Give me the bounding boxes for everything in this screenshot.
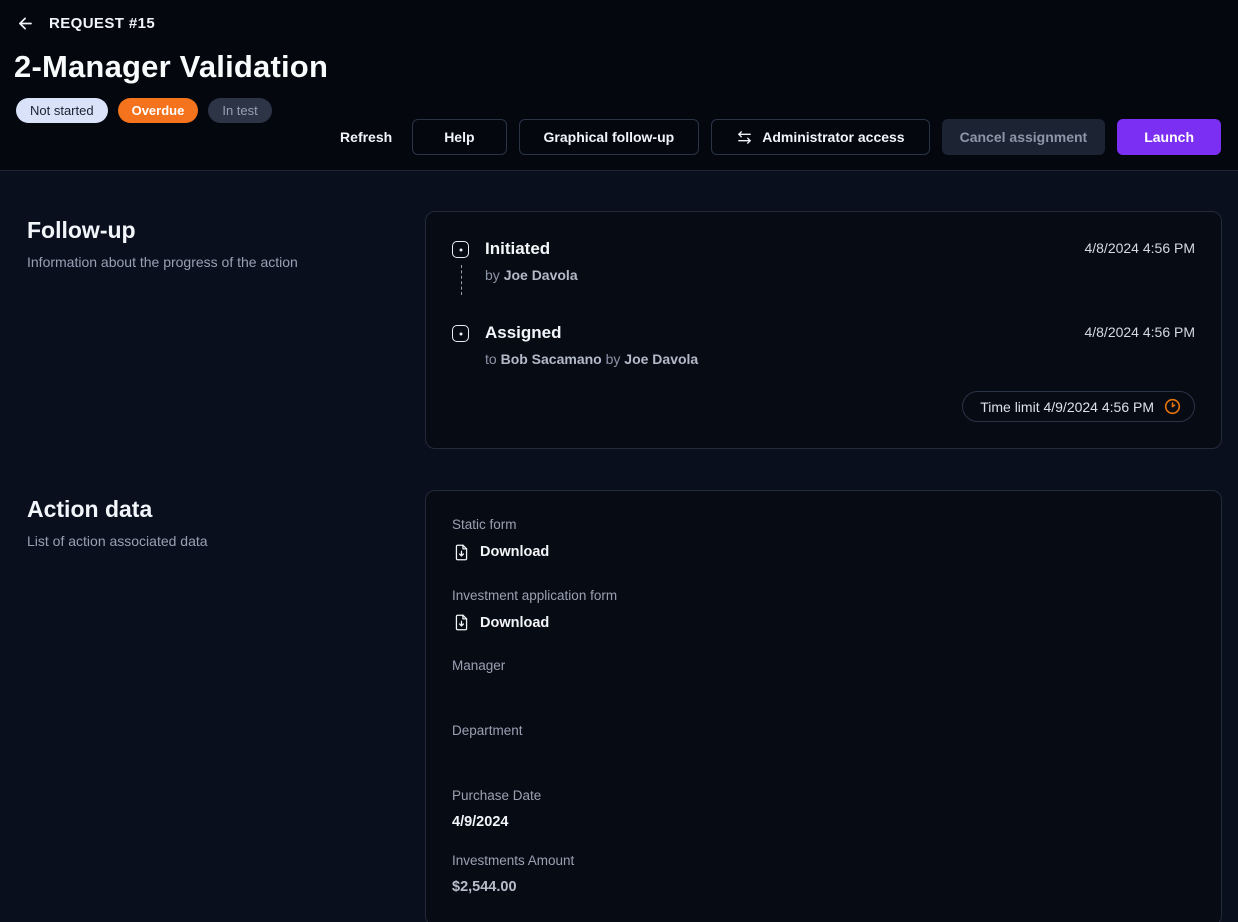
followup-card: Initiated by Joe Davola 4/8/2024 4:56 PM… <box>425 211 1222 449</box>
download-label: Download <box>480 613 549 633</box>
launch-button[interactable]: Launch <box>1117 119 1221 155</box>
administrator-access-label: Administrator access <box>762 129 904 145</box>
status-badge-not-started: Not started <box>16 98 108 123</box>
field-label: Department <box>452 723 1195 738</box>
administrator-access-button[interactable]: Administrator access <box>711 119 929 155</box>
followup-subtitle: Information about the progress of the ac… <box>27 254 385 270</box>
status-badge-in-test: In test <box>208 98 271 123</box>
action-data-section-intro: Action data List of action associated da… <box>27 490 425 549</box>
actor-name: Joe Davola <box>624 351 698 367</box>
file-download-icon <box>452 613 471 632</box>
app-header: REQUEST #15 2-Manager Validation Not sta… <box>0 0 1238 171</box>
event-timestamp: 4/8/2024 4:56 PM <box>1084 322 1195 367</box>
timeline-connector <box>461 265 462 295</box>
field-department: Department <box>452 723 1195 767</box>
field-value <box>452 748 1195 767</box>
field-value <box>452 683 1195 702</box>
download-link-investment-application-form[interactable]: Download <box>452 613 549 633</box>
download-label: Download <box>480 542 549 562</box>
time-limit-badge: Time limit 4/9/2024 4:56 PM <box>962 391 1195 422</box>
field-investment-application-form: Investment application form Download <box>452 588 1195 638</box>
field-manager: Manager <box>452 658 1195 702</box>
assignee-name: Bob Sacamano <box>501 351 602 367</box>
event-detail: to Bob Sacamano by Joe Davola <box>485 351 1084 367</box>
field-value: 4/9/2024 <box>452 813 1195 832</box>
field-value: $2,544.00 <box>452 878 1195 897</box>
request-id-label: REQUEST #15 <box>49 15 155 32</box>
clock-icon <box>1163 397 1182 416</box>
field-label: Investments Amount <box>452 853 1195 868</box>
transfer-arrows-icon <box>736 129 753 146</box>
toolbar: Refresh Help Graphical follow-up Adminis… <box>332 119 1221 155</box>
action-data-section: Action data List of action associated da… <box>27 490 1222 922</box>
action-data-card: Static form Download Investment applicat… <box>425 490 1222 922</box>
field-static-form: Static form Download <box>452 517 1195 567</box>
field-label: Static form <box>452 517 1195 532</box>
field-label: Investment application form <box>452 588 1195 603</box>
field-purchase-date: Purchase Date 4/9/2024 <box>452 788 1195 832</box>
event-timestamp: 4/8/2024 4:56 PM <box>1084 238 1195 296</box>
event-name: Initiated <box>485 238 1084 259</box>
breadcrumb: REQUEST #15 <box>16 10 1222 36</box>
action-data-subtitle: List of action associated data <box>27 533 385 549</box>
followup-section: Follow-up Information about the progress… <box>27 211 1222 449</box>
timeline-step-icon <box>452 325 469 342</box>
timeline-step-icon <box>452 241 469 258</box>
graphical-follow-up-button[interactable]: Graphical follow-up <box>519 119 700 155</box>
actor-name: Joe Davola <box>504 267 578 283</box>
followup-section-intro: Follow-up Information about the progress… <box>27 211 425 270</box>
event-detail: by Joe Davola <box>485 267 1084 283</box>
status-badge-overdue: Overdue <box>118 98 199 123</box>
cancel-assignment-button[interactable]: Cancel assignment <box>942 119 1106 155</box>
followup-title: Follow-up <box>27 217 385 244</box>
action-data-title: Action data <box>27 496 385 523</box>
time-limit-label: Time limit 4/9/2024 4:56 PM <box>980 399 1154 415</box>
download-link-static-form[interactable]: Download <box>452 542 549 562</box>
refresh-button[interactable]: Refresh <box>332 119 400 155</box>
event-name: Assigned <box>485 322 1084 343</box>
back-arrow-icon[interactable] <box>16 14 35 33</box>
page-title: 2-Manager Validation <box>14 49 1222 85</box>
field-investments-amount: Investments Amount $2,544.00 <box>452 853 1195 897</box>
field-label: Purchase Date <box>452 788 1195 803</box>
timeline-event-assigned: Assigned to Bob Sacamano by Joe Davola 4… <box>452 322 1195 367</box>
file-download-icon <box>452 543 471 562</box>
help-button[interactable]: Help <box>412 119 506 155</box>
timeline-event-initiated: Initiated by Joe Davola 4/8/2024 4:56 PM <box>452 238 1195 296</box>
field-label: Manager <box>452 658 1195 673</box>
main-content: Follow-up Information about the progress… <box>0 171 1238 922</box>
